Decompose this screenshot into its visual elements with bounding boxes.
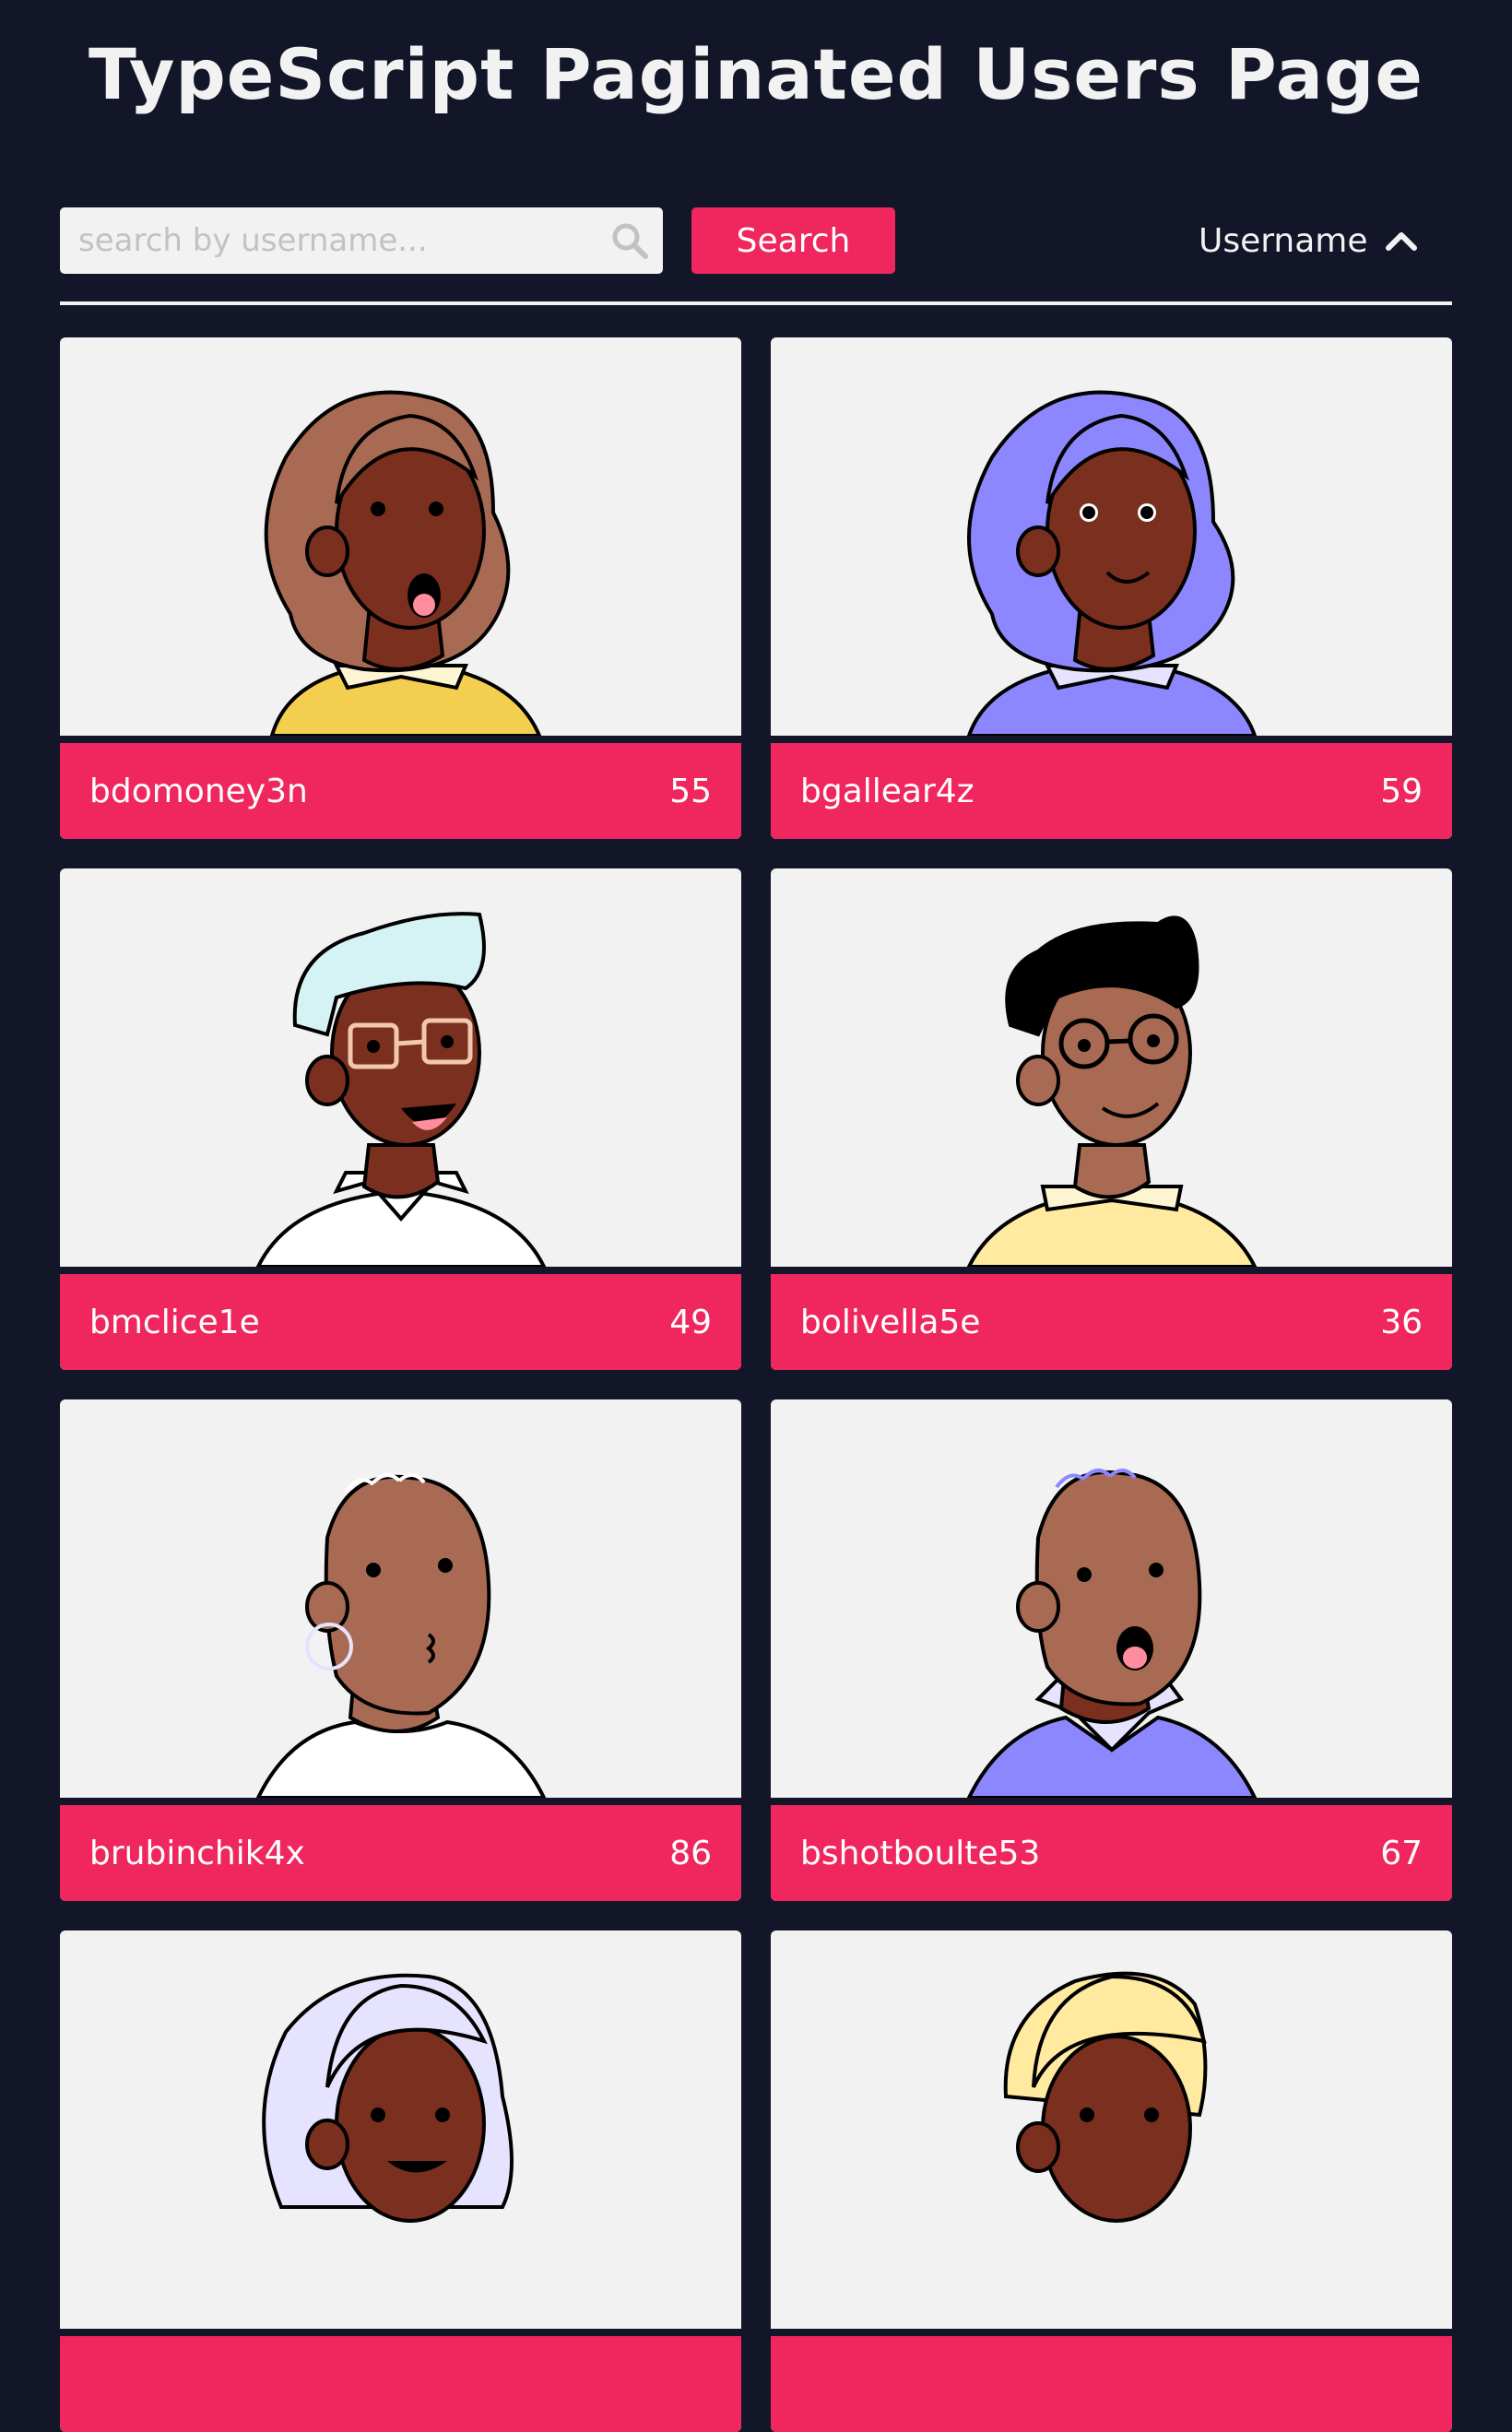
divider xyxy=(60,301,1452,305)
chevron-up-icon xyxy=(1385,232,1417,251)
user-card-footer xyxy=(60,2336,741,2432)
sort-label: Username xyxy=(1199,221,1368,260)
user-avatar xyxy=(1003,1971,1208,2223)
user-card[interactable]: bmclice1e 49 xyxy=(60,868,741,1370)
username: bgallear4z xyxy=(800,772,975,810)
user-count: 55 xyxy=(669,772,712,810)
search-icon[interactable] xyxy=(609,220,650,261)
user-card[interactable]: bshotboulte53 67 xyxy=(771,1399,1452,1901)
user-card[interactable]: bolivella5e 36 xyxy=(771,868,1452,1370)
user-count: 67 xyxy=(1380,1834,1423,1872)
sort-username-toggle[interactable]: Username xyxy=(1199,207,1438,274)
user-card[interactable]: bdomoney3n 55 xyxy=(60,337,741,839)
username: bshotboulte53 xyxy=(800,1834,1041,1872)
username: brubinchik4x xyxy=(89,1834,305,1872)
username: bolivella5e xyxy=(800,1303,981,1341)
search-input[interactable] xyxy=(60,207,595,274)
user-card-footer xyxy=(771,2336,1452,2432)
user-card-footer: bshotboulte53 67 xyxy=(771,1805,1452,1901)
user-avatar xyxy=(264,390,542,736)
search-bar[interactable] xyxy=(60,207,663,274)
username: bdomoney3n xyxy=(89,772,308,810)
user-card-footer: bgallear4z 59 xyxy=(771,743,1452,839)
search-button[interactable]: Search xyxy=(691,207,895,274)
user-avatar xyxy=(966,1469,1258,1798)
user-avatar xyxy=(255,1473,547,1798)
user-card-footer: bolivella5e 36 xyxy=(771,1274,1452,1370)
user-avatar xyxy=(966,390,1258,736)
user-avatar xyxy=(262,1973,514,2223)
user-card-footer: brubinchik4x 86 xyxy=(60,1805,741,1901)
user-count: 86 xyxy=(669,1834,712,1872)
user-card-footer: bmclice1e 49 xyxy=(60,1274,741,1370)
user-card[interactable] xyxy=(60,1930,741,2432)
user-avatar xyxy=(255,912,547,1267)
user-card-footer: bdomoney3n 55 xyxy=(60,743,741,839)
user-card[interactable] xyxy=(771,1930,1452,2432)
user-card[interactable]: bgallear4z 59 xyxy=(771,337,1452,839)
page-title: TypeScript Paginated Users Page xyxy=(89,33,1423,115)
username: bmclice1e xyxy=(89,1303,260,1341)
user-count: 36 xyxy=(1380,1303,1423,1341)
user-count: 59 xyxy=(1380,772,1423,810)
user-count: 49 xyxy=(669,1303,712,1341)
user-card[interactable]: brubinchik4x 86 xyxy=(60,1399,741,1901)
user-avatar xyxy=(966,915,1258,1267)
